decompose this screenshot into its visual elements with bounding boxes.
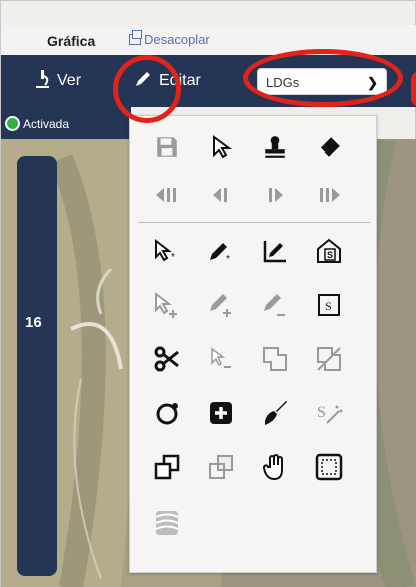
highlight-layer-circle [243,49,403,107]
brush-icon[interactable] [260,398,290,428]
edit-tools-menu: * * S S S [129,115,377,573]
edit-tools-row [130,180,378,210]
previous-icon[interactable] [206,180,236,210]
next-icon[interactable] [260,180,290,210]
highlight-edit-circle [113,55,181,123]
svg-text:S: S [325,299,332,313]
view-menu-button[interactable]: Ver [33,69,81,90]
select-add-icon[interactable] [152,290,182,320]
undock-label: Desacoplar [144,32,210,47]
snap-s-icon[interactable]: S [314,290,344,320]
cross-out-icon[interactable] [314,344,344,374]
eraser-icon[interactable] [314,132,344,162]
plus-box-icon[interactable] [206,398,236,428]
window-frame: Gráfica Desacoplar Ver Editar LDGs ❯ Act… [0,0,416,587]
dashed-square-icon[interactable] [314,452,344,482]
edit-add-icon[interactable] [206,290,236,320]
edit-tools-row [130,508,378,538]
undock-button[interactable]: Desacoplar [129,30,210,47]
microscope-icon [36,70,49,88]
edit-tools-row: * * S [130,236,378,266]
undock-icon [129,30,142,45]
view-label: Ver [57,72,82,89]
union-icon[interactable] [260,344,290,374]
first-icon[interactable] [152,180,182,210]
edit-tools-row [130,132,378,162]
save-icon[interactable] [152,132,182,162]
panel-title: Gráfica [47,33,96,49]
layer-back-icon[interactable] [206,452,236,482]
svg-text:*: * [226,254,230,264]
hand-icon[interactable] [260,452,290,482]
hatch-icon[interactable] [152,508,182,538]
zoom-panel[interactable] [17,156,57,576]
edit-multiple-icon[interactable]: * [206,236,236,266]
layer-front-icon[interactable] [152,452,182,482]
svg-text:S: S [317,404,326,421]
house-selection-icon[interactable]: S [314,236,344,266]
scissors-icon[interactable] [152,344,182,374]
circle-icon[interactable] [152,398,182,428]
status-label: Activada [23,117,70,131]
select-arrow-icon[interactable] [206,132,236,162]
stamp-icon[interactable] [260,132,290,162]
last-icon[interactable] [314,180,344,210]
edit-tools-row [130,344,378,374]
edit-subtract-icon[interactable] [260,290,290,320]
edit-tools-row: S [130,398,378,428]
edit-tools-row: S [130,290,378,320]
status-dot [5,116,20,131]
svg-text:*: * [171,252,175,263]
zoom-level: 16 [25,314,42,331]
select-multiple-icon[interactable]: * [152,236,182,266]
s-wand-icon[interactable]: S [314,398,344,428]
edit-angle-icon[interactable] [260,236,290,266]
menu-divider [138,222,370,223]
highlight-edge-mark [411,71,416,107]
select-subtract-icon[interactable] [206,344,236,374]
status-bar: Activada [1,107,131,139]
edit-tools-row [130,452,378,482]
svg-text:S: S [327,250,333,260]
